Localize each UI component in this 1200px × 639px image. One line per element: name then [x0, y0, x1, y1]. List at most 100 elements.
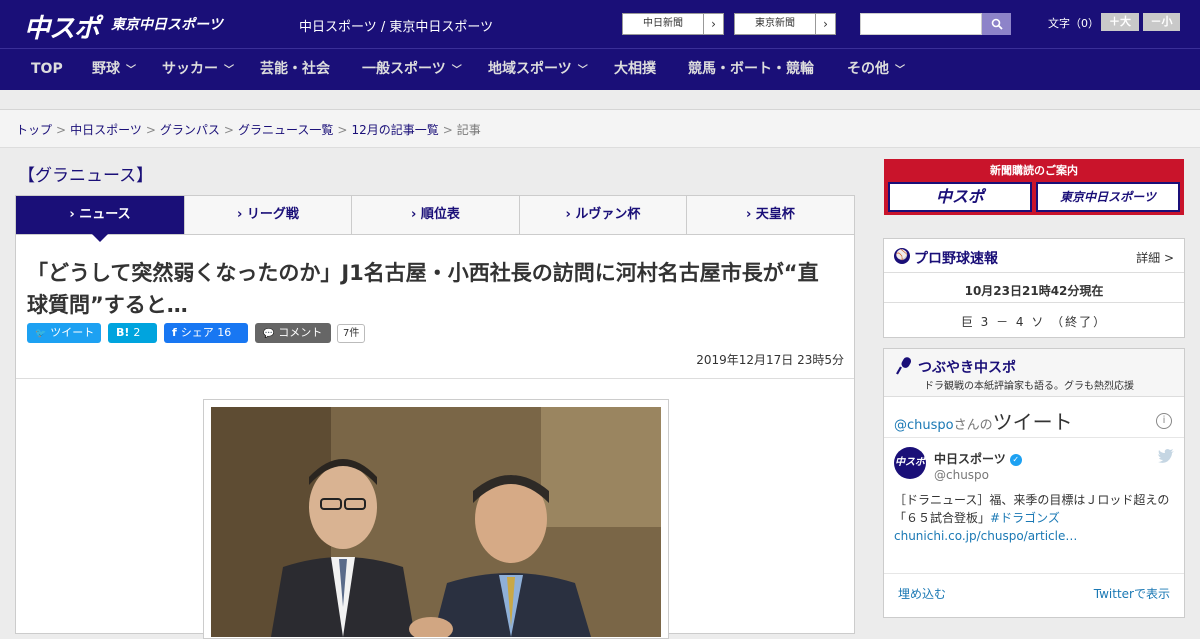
nav-item-top[interactable]: TOP [31, 49, 63, 90]
tweet-url-link[interactable]: chunichi.co.jp/chuspo/article… [894, 529, 1077, 543]
breadcrumb-separator: > [223, 123, 234, 137]
twitter-timeline-heading: @chuspoさんのツイート [894, 406, 1073, 435]
photo-illustration [211, 407, 661, 637]
article-date: 2019年12月17日 23時5分 [696, 353, 844, 367]
twitter-box-header: つぶやき中スポ ドラ観戦の本紙評論家も語る。グラも熱烈応援 [884, 349, 1184, 397]
facebook-share-button[interactable]: f シェア 16 [164, 323, 248, 343]
info-icon[interactable]: i [1156, 413, 1172, 429]
twitter-handle-suffix: さんの [953, 418, 993, 433]
nav-label: サッカー [162, 61, 218, 77]
nav-label: 芸能・社会 [260, 61, 330, 77]
verified-badge-icon: ✓ [1009, 453, 1022, 466]
account-name: 中日スポーツ [934, 452, 1006, 466]
tweet-label: ツイート [50, 326, 95, 339]
nav-label: 一般スポーツ [362, 61, 446, 77]
nav-label: 競馬・ボート・競輪 [688, 61, 814, 77]
nav-item-other[interactable]: その他 ﹀ [847, 49, 905, 90]
tab-league[interactable]: › リーグ戦 [185, 196, 352, 234]
nav-item-sumo[interactable]: 大相撲 [614, 49, 656, 90]
chevron-down-icon: ﹀ [451, 65, 462, 76]
breadcrumb-separator: > [145, 123, 156, 137]
subscribe-chuspo-button[interactable]: 中スポ [888, 182, 1032, 212]
article-photo[interactable] [211, 407, 661, 637]
chuspo-logo[interactable]: 中スポ [24, 8, 100, 45]
font-size-down-button[interactable]: －小 [1143, 13, 1180, 31]
section-title: 【グラニュース】 [18, 166, 154, 186]
breadcrumb-link[interactable]: 中日スポーツ [70, 123, 142, 137]
breadcrumb-separator: > [442, 123, 453, 137]
site-header: 中スポ 東京中日スポーツ 中日スポーツ / 東京中日スポーツ 中日新聞 › 東京… [0, 0, 1200, 48]
tweet-hashtag-link[interactable]: #ドラゴンズ [990, 511, 1060, 525]
breadcrumb-link[interactable]: 12月の記事一覧 [351, 123, 438, 137]
breadcrumb-separator: > [337, 123, 348, 137]
score-line[interactable]: 巨 3 － 4 ソ （終了） [884, 313, 1184, 330]
nav-label: 地域スポーツ [488, 61, 572, 77]
subscribe-tokyo-chunichi-button[interactable]: 東京中日スポーツ [1036, 182, 1180, 212]
tab-emperors-cup[interactable]: › 天皇杯 [687, 196, 854, 234]
chunichi-shimbun-link[interactable]: 中日新聞 › [622, 13, 724, 35]
main-nav: TOP 野球 ﹀ サッカー ﹀ 芸能・社会 一般スポーツ ﹀ 地域スポーツ ﹀ 大相撲 … [0, 48, 1200, 90]
view-on-twitter-link[interactable]: Twitterで表示 [1094, 585, 1170, 602]
tab-levain-cup[interactable]: › ルヴァン杯 [520, 196, 687, 234]
nav-item-baseball[interactable]: 野球 ﹀ [92, 49, 136, 90]
score-timestamp: 10月23日21時42分現在 [964, 284, 1104, 298]
active-tab-pointer [92, 234, 108, 242]
tokyo-chunichi-logo[interactable]: 東京中日スポーツ [111, 14, 223, 34]
chevron-down-icon: ﹀ [577, 65, 588, 76]
search-icon [991, 18, 1003, 30]
nav-item-local-sports[interactable]: 地域スポーツ ﹀ [488, 49, 588, 90]
twitter-bird-icon[interactable] [1158, 449, 1174, 467]
sub-band [0, 90, 1200, 110]
font-size-up-button[interactable]: ＋大 [1101, 13, 1139, 31]
nav-item-racing[interactable]: 競馬・ボート・競輪 [688, 49, 814, 90]
baseball-live-box: ⚾ プロ野球速報 詳細 > 10月23日21時42分現在 巨 3 － 4 ソ （… [883, 238, 1185, 338]
tweet-button[interactable]: 🐦 ツイート [27, 323, 101, 343]
divider [16, 378, 854, 379]
chevron-down-icon: ﹀ [895, 65, 905, 76]
twitter-bird-icon: 🐦 [35, 329, 47, 339]
tweet-account-name[interactable]: 中日スポーツ ✓ [934, 450, 1022, 467]
breadcrumb-link[interactable]: グラニュース一覧 [238, 123, 333, 137]
category-tabs: › ニュース › リーグ戦 › 順位表 › ルヴァン杯 › 天皇杯 [15, 195, 855, 235]
tab-news[interactable]: › ニュース [16, 196, 185, 234]
chevron-down-icon: ﹀ [126, 65, 136, 76]
twitter-heading: ツイート [992, 410, 1073, 434]
article-photo-frame [203, 399, 669, 639]
breadcrumb-link[interactable]: グランパス [160, 123, 220, 137]
breadcrumb-link[interactable]: トップ [16, 123, 52, 137]
search-button[interactable] [982, 13, 1011, 35]
nav-item-general-sports[interactable]: 一般スポーツ ﹀ [362, 49, 462, 90]
nav-item-soccer[interactable]: サッカー ﹀ [162, 49, 234, 90]
tokyo-shimbun-link[interactable]: 東京新聞 › [734, 13, 836, 35]
twitter-handle-link[interactable]: @chuspo [894, 418, 954, 433]
nav-label: TOP [31, 61, 63, 77]
comment-bubble-icon: 💬 [263, 329, 275, 339]
tweet-account-handle[interactable]: @chuspo [934, 468, 989, 482]
site-tagline[interactable]: 中日スポーツ / 東京中日スポーツ [299, 16, 493, 35]
divider [884, 437, 1184, 438]
microphone-icon [896, 357, 911, 375]
breadcrumb-separator: > [56, 123, 67, 137]
comment-button[interactable]: 💬 コメント [255, 323, 331, 343]
hatena-bookmark-button[interactable]: B! 2 [108, 323, 157, 343]
facebook-share-label: シェア 16 [180, 326, 232, 339]
tab-standings[interactable]: › 順位表 [352, 196, 520, 234]
tweet-text: ［ドラニュース］福、来季の目標はＪロッド超えの「６５試合登板」#ドラゴンズ ch… [894, 491, 1174, 545]
breadcrumb: トップ > 中日スポーツ > グランパス > グラニュース一覧 >12月の記事一覧 > 記事 [0, 110, 1200, 148]
comment-count-badge[interactable]: 7件 [337, 324, 366, 343]
twitter-box-title: つぶやき中スポ [918, 360, 1016, 376]
breadcrumb-current: 記事 [456, 123, 481, 137]
embed-link[interactable]: 埋め込む [898, 585, 946, 602]
baseball-detail-link[interactable]: 詳細 > [1136, 249, 1174, 266]
subscription-title: 新聞購読のご案内 [990, 164, 1078, 177]
tokyo-shimbun-label: 東京新聞 [755, 18, 795, 29]
baseball-icon: ⚾ [894, 248, 910, 264]
chevron-right-icon: › [815, 14, 835, 34]
search-input[interactable] [860, 13, 982, 35]
nav-item-entertainment[interactable]: 芸能・社会 [260, 49, 330, 90]
article-headline: 「どうして突然弱くなったのか」J1名古屋・小西社長の訪問に河村名古屋市長が“直球… [27, 261, 819, 317]
chevron-right-icon: › [703, 14, 723, 34]
avatar[interactable]: 中スポ [894, 447, 926, 479]
hatena-icon: B! [116, 326, 130, 339]
comment-label: コメント [278, 326, 323, 339]
